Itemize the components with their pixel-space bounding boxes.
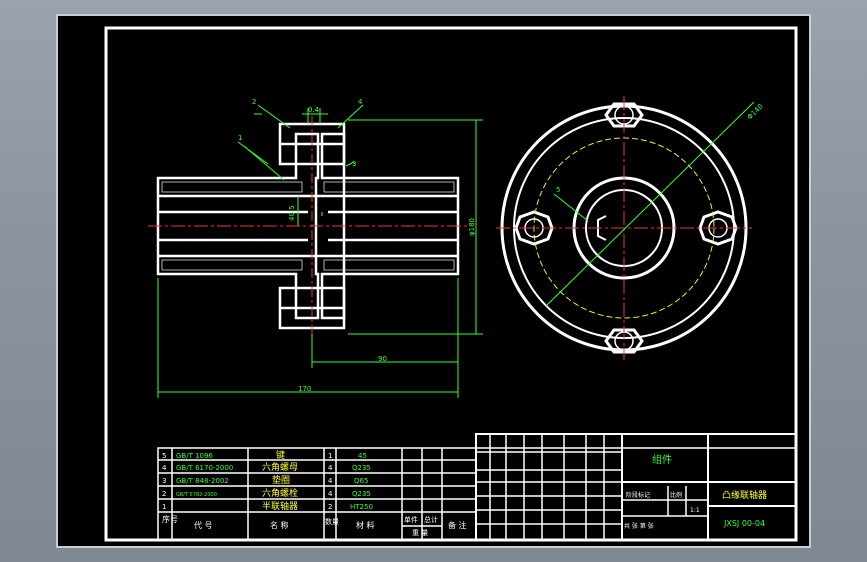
bom-header-total: 总计: [424, 515, 438, 524]
drawing-name: 凸缘联轴器: [722, 489, 767, 501]
bom-seq: 4: [162, 464, 167, 472]
bom-row: 4 GB/T 6170-2000 六角螺母 4 Q235: [162, 461, 371, 473]
bom-name: 垫圈: [272, 474, 290, 486]
bom-material: 45: [358, 452, 367, 460]
assembly-label: 组件: [652, 453, 672, 466]
bom-header-qty: 数量: [325, 517, 339, 526]
stage-label: 阶段标记: [626, 491, 650, 499]
bom-row: 2 GB/T 5782-2000 六角螺栓 4 Q235: [162, 487, 371, 499]
bom-header-name: 名 称: [270, 520, 289, 530]
scale-value: 1:1: [690, 507, 700, 514]
balloon-2: 2: [252, 98, 256, 106]
dim-bolt-circle: Φ140: [746, 102, 765, 121]
bom-material: HT250: [350, 503, 373, 511]
balloon-4: 4: [358, 98, 363, 106]
dim-shaft-height: 40.5: [288, 205, 296, 221]
balloon-1: 1: [238, 134, 242, 142]
bom-seq: 1: [162, 503, 166, 511]
bom-header-material: 材 料: [356, 520, 375, 530]
bom-seq: 2: [162, 490, 166, 498]
bom-row: 3 GB/T 848-2002 垫圈 4 Q65: [162, 474, 368, 486]
front-dimensions: [157, 104, 483, 398]
bom-name: 六角螺栓: [262, 487, 298, 499]
title-block: [157, 433, 797, 541]
bom-header-weight: 重 量: [412, 529, 428, 537]
dim-flange-gap: 0.4: [308, 106, 320, 114]
bom-qty: 1: [328, 452, 332, 460]
drawing-sheet: 0.4 φ180 40.5 90 170 2 1 4 3 5 Φ140 5 GB…: [104, 26, 798, 542]
bom-seq: 3: [162, 477, 166, 485]
dim-outer-diameter: φ180: [468, 218, 476, 236]
cad-viewport[interactable]: 0.4 φ180 40.5 90 170 2 1 4 3 5 Φ140 5 GB…: [56, 14, 811, 548]
dim-overall-length: 170: [298, 385, 311, 393]
bom-material: Q235: [352, 464, 371, 472]
dim-shaft-length: 90: [378, 355, 387, 363]
bom-qty: 4: [328, 477, 333, 485]
bom-header-remarks: 备 注: [448, 520, 467, 530]
bom-name: 半联轴器: [262, 500, 298, 512]
bom-header-code: 代 号: [194, 520, 213, 530]
bom-qty: 2: [328, 503, 332, 511]
bom-header-seq: 序号: [162, 514, 178, 524]
bom-code: GB/T 5782-2000: [176, 492, 217, 498]
bom-material: Q235: [352, 490, 371, 498]
scale-label: 比例: [670, 491, 682, 499]
bom-qty: 4: [328, 490, 333, 498]
bom-header-unit: 单件: [404, 515, 418, 524]
bom-seq: 5: [162, 452, 166, 460]
bom-code: GB/T 848-2002: [176, 477, 229, 485]
title-block-text: 组件 凸缘联轴器 JXSJ 00-04 阶段标记 比例 1:1 共 张 第 张: [624, 453, 767, 530]
bom-table: 5 GB/T 1096 键 1 45 4 GB/T 6170-2000 六角螺母…: [162, 449, 467, 537]
bom-row: 1 半联轴器 2 HT250: [162, 500, 373, 512]
bom-code: GB/T 6170-2000: [176, 464, 233, 472]
bom-material: Q65: [354, 477, 368, 485]
balloon-3: 3: [352, 160, 356, 168]
sheet-label: 共 张 第 张: [624, 522, 654, 530]
bom-name: 六角螺母: [262, 461, 298, 473]
bom-code: GB/T 1096: [176, 452, 213, 460]
balloon-5: 5: [556, 186, 560, 194]
drawing-number: JXSJ 00-04: [723, 519, 765, 528]
bom-name: 键: [276, 449, 285, 461]
bom-qty: 4: [328, 464, 333, 472]
